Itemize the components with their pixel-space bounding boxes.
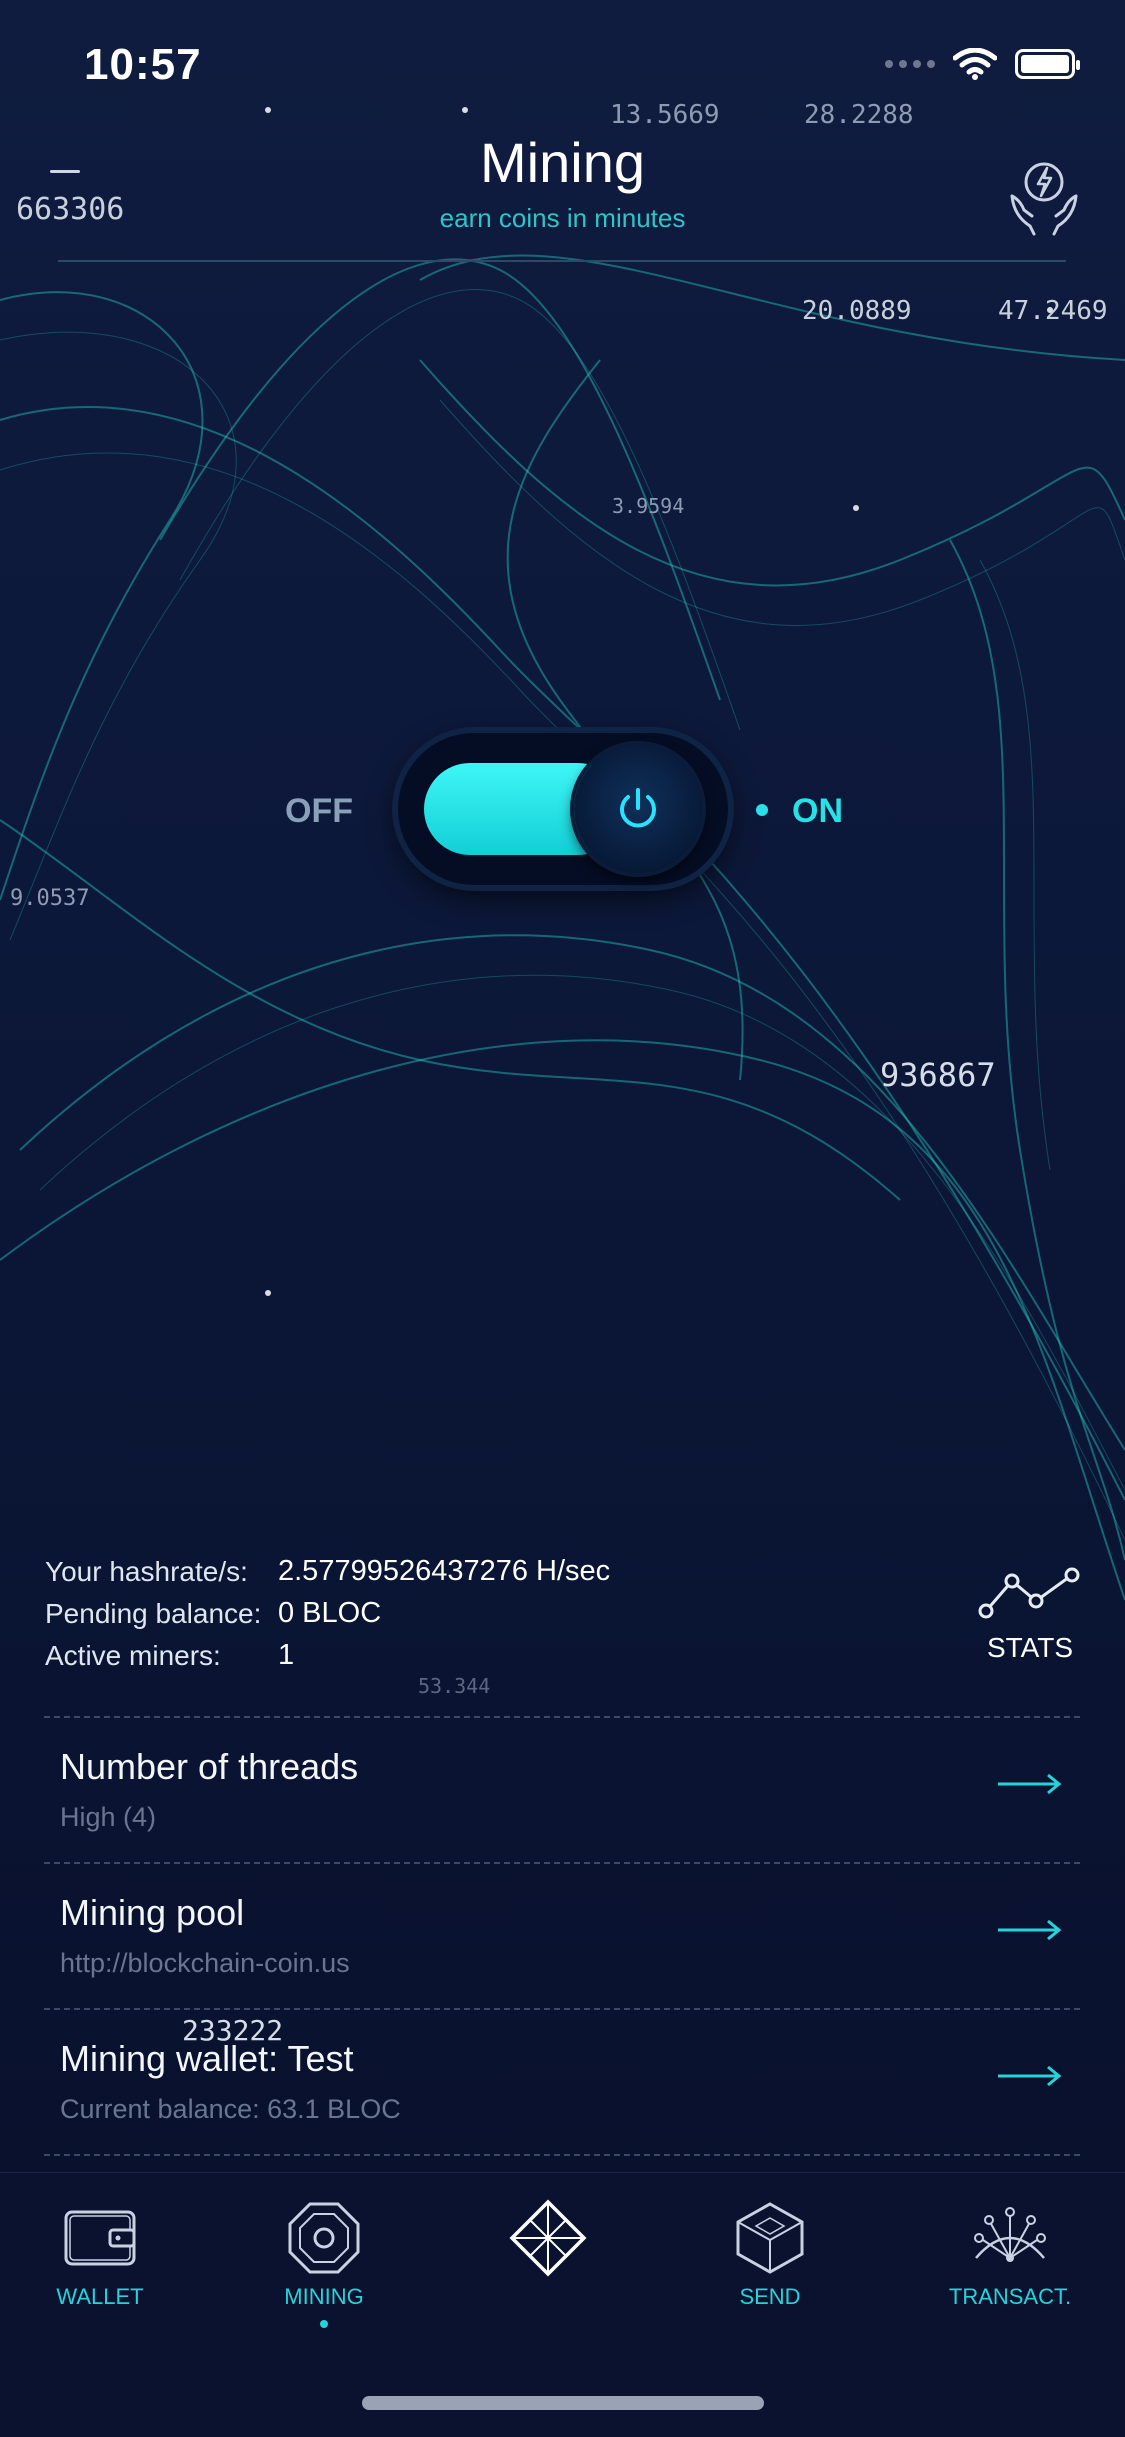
network-icon: [974, 2207, 1046, 2262]
mining-wallet-row[interactable]: Mining wallet: Test Current balance: 63.…: [44, 2008, 1080, 2154]
hashrate-value: 2.57799526437276 H/sec: [278, 1555, 611, 1587]
background-number: 20.0889: [802, 296, 912, 326]
page-subtitle: earn coins in minutes: [439, 203, 686, 233]
pending-balance-label: Pending balance:: [45, 1598, 262, 1629]
tab-mining[interactable]: MINING: [244, 2198, 404, 2328]
active-miners-label: Active miners:: [45, 1640, 221, 1671]
background-number: 936867: [880, 1056, 996, 1094]
row-title: Mining wallet: Test: [60, 2038, 354, 2079]
background-number: 9.0537: [10, 886, 90, 911]
tab-transactions[interactable]: TRANSACT.: [930, 2198, 1090, 2310]
tab-label: MINING: [284, 2284, 364, 2309]
chip-icon: [288, 2202, 360, 2274]
background-number: 13.5669: [610, 100, 720, 130]
tab-wallet[interactable]: WALLET: [20, 2198, 180, 2310]
background-number: 3.9594: [612, 494, 685, 518]
row-subtitle: http://blockchain-coin.us: [60, 1948, 350, 1978]
cube-icon: [736, 2202, 804, 2274]
active-tab-indicator: [320, 2320, 328, 2328]
background-number: 53.344: [418, 1674, 491, 1698]
home-indicator[interactable]: [362, 2396, 764, 2410]
diamond-icon: [509, 2199, 587, 2277]
active-miners-value: 1: [278, 1639, 295, 1671]
battery-icon: [1015, 49, 1080, 79]
mining-pool-row[interactable]: Mining pool http://blockchain-coin.us: [44, 1862, 1080, 2008]
background-number: 47.2469: [998, 296, 1108, 326]
toggle-knob[interactable]: [574, 745, 702, 873]
tab-label: TRANSACT.: [948, 2284, 1072, 2309]
status-time: 10:57: [84, 40, 202, 89]
wifi-icon: [953, 48, 997, 80]
divider: [44, 2154, 1080, 2156]
arrow-right-icon[interactable]: [996, 1772, 1062, 1796]
page-title: Mining: [480, 131, 645, 194]
hashrate-label: Your hashrate/s:: [45, 1556, 248, 1587]
toggle-on-indicator: [756, 804, 768, 816]
row-title: Number of threads: [60, 1746, 359, 1787]
tab-send[interactable]: SEND: [690, 2198, 850, 2310]
tab-label: SEND: [739, 2284, 801, 2309]
row-title: Mining pool: [60, 1892, 245, 1933]
toggle-off-label: OFF: [285, 792, 353, 830]
pending-balance-value: 0 BLOC: [278, 1597, 382, 1629]
background-number: 28.2288: [804, 100, 914, 130]
power-icon: [620, 788, 656, 828]
status-icons: [885, 48, 1080, 80]
arrow-right-icon[interactable]: [996, 1918, 1062, 1942]
wallet-icon: [64, 2210, 136, 2266]
stats-button-label: STATS: [986, 1632, 1074, 1663]
toggle-on-label: ON: [792, 792, 843, 830]
stats-button[interactable]: STATS: [975, 1565, 1085, 1675]
mining-toggle[interactable]: [398, 733, 728, 885]
tab-home[interactable]: [468, 2198, 628, 2284]
row-subtitle: Current balance: 63.1 BLOC: [60, 2094, 401, 2124]
chart-line-icon: [978, 1567, 1080, 1619]
header-divider: [58, 260, 1066, 262]
row-subtitle: High (4): [60, 1802, 157, 1832]
tab-label: WALLET: [56, 2284, 144, 2309]
arrow-right-icon[interactable]: [996, 2064, 1062, 2088]
threads-row[interactable]: Number of threads High (4): [44, 1716, 1080, 1862]
signal-icon: [885, 60, 935, 68]
energy-hands-icon[interactable]: [1004, 156, 1084, 236]
